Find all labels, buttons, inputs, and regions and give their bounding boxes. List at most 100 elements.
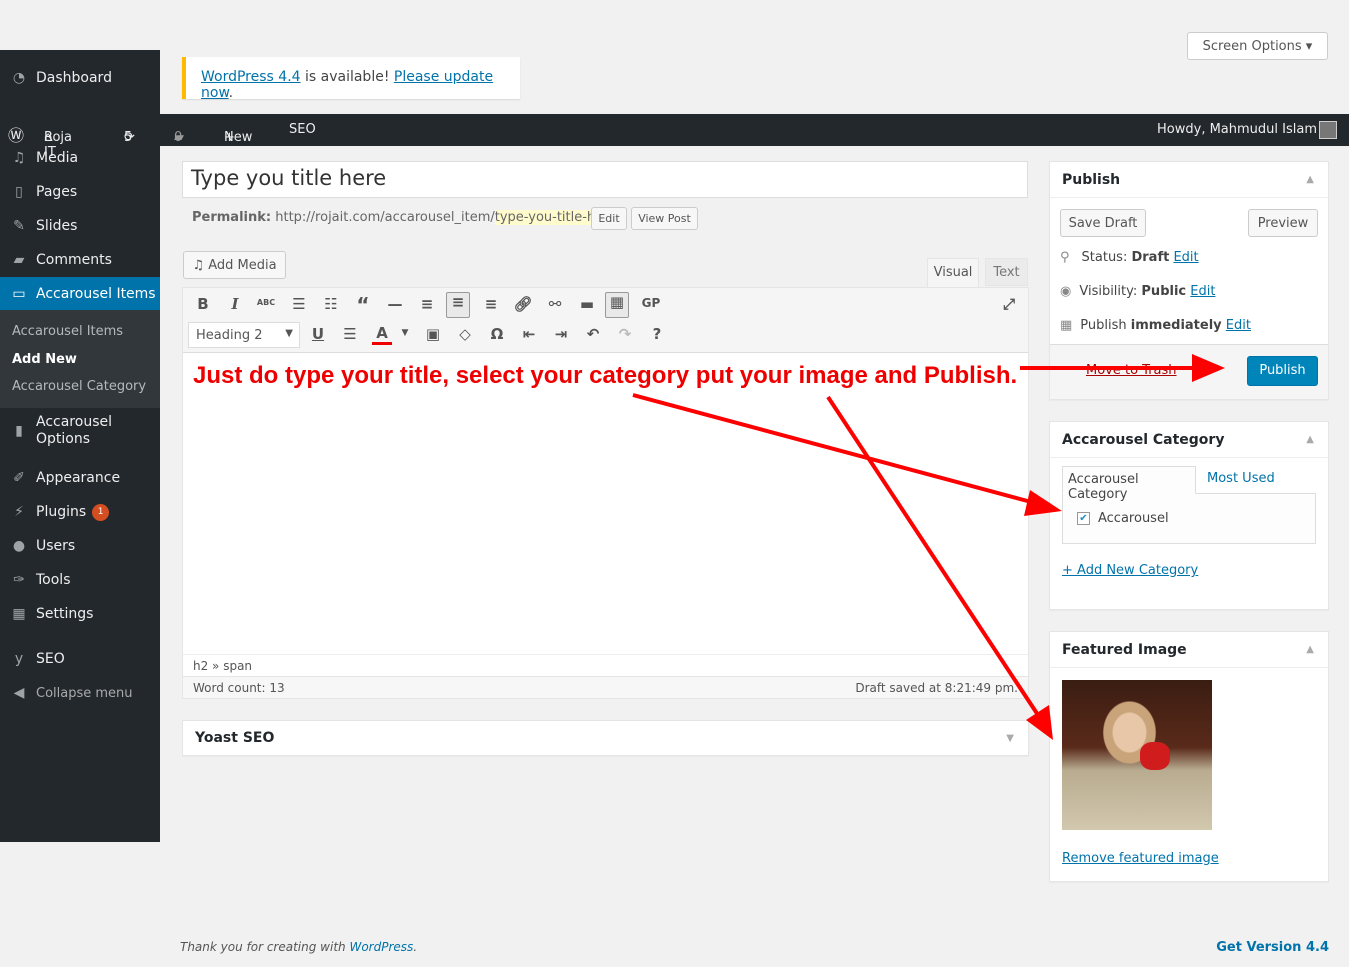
- view-post-button[interactable]: View Post: [631, 207, 698, 230]
- permalink-edit-button[interactable]: Edit: [591, 207, 627, 230]
- pin-icon: ⚲: [1060, 250, 1070, 265]
- align-left-icon[interactable]: ≡: [415, 295, 439, 313]
- sidebar-item-accarousel-options[interactable]: ▮ Accarousel Options: [0, 409, 160, 453]
- collapse-menu-button[interactable]: ◀ Collapse menu: [0, 676, 160, 710]
- brush-icon: ✐: [13, 470, 25, 486]
- sidebar-item-slides[interactable]: ✎ Slides: [0, 209, 160, 243]
- sidebar-item-accarousel-items[interactable]: ▭ Accarousel Items: [0, 277, 160, 311]
- sidebar-item-comments[interactable]: ▰ Comments: [0, 243, 160, 277]
- get-version-link[interactable]: Get Version 4.4: [1216, 940, 1329, 955]
- outdent-icon[interactable]: ⇤: [517, 325, 541, 343]
- sidebar-item-pages[interactable]: ▯ Pages: [0, 175, 160, 209]
- status-row: ⚲ Status: Draft Edit: [1060, 250, 1199, 265]
- toggle-icon[interactable]: ▼: [1006, 733, 1014, 744]
- collapse-icon[interactable]: ▲: [1306, 434, 1314, 445]
- align-center-icon[interactable]: ≡: [446, 292, 470, 318]
- paste-text-icon[interactable]: ▣: [421, 325, 445, 343]
- editor-toolbar: B I ABC ☰ ☷ “ — ≡ ≡ ≡ 🔗︎ ⚯ ▬ ▦ GP ⤢ Head…: [183, 288, 1028, 353]
- comment-icon: ▰: [13, 252, 25, 268]
- unlink-icon[interactable]: ⚯: [543, 295, 567, 313]
- help-icon[interactable]: ?: [645, 325, 669, 343]
- title-input[interactable]: Type you title here: [182, 161, 1028, 198]
- tab-visual[interactable]: Visual: [927, 258, 979, 288]
- edit-status-link[interactable]: Edit: [1173, 250, 1198, 265]
- undo-icon[interactable]: ↶: [581, 325, 605, 343]
- text-color-dropdown-icon[interactable]: ▼: [393, 328, 417, 338]
- screen-options-button[interactable]: Screen Options ▾: [1187, 32, 1328, 60]
- sidebar-item-tools[interactable]: ✑ Tools: [0, 563, 160, 597]
- tab-most-used[interactable]: Most Used: [1207, 471, 1275, 486]
- yoast-icon: y: [14, 651, 24, 667]
- publish-actions: Move to Trash Publish: [1050, 344, 1328, 399]
- bullet-list-icon[interactable]: ☰: [287, 295, 311, 313]
- sidebar-item-plugins[interactable]: ⚡ Plugins 1: [0, 495, 160, 529]
- yoast-seo-box[interactable]: Yoast SEO ▼: [182, 720, 1029, 756]
- clear-formatting-icon[interactable]: ◇: [453, 325, 477, 343]
- preview-button[interactable]: Preview: [1248, 209, 1318, 237]
- save-draft-button[interactable]: Save Draft: [1060, 209, 1146, 237]
- horizontal-line-icon[interactable]: —: [383, 295, 407, 313]
- seo-link[interactable]: SEO: [289, 122, 316, 137]
- edit-schedule-link[interactable]: Edit: [1226, 318, 1251, 333]
- featured-image[interactable]: [1062, 680, 1212, 830]
- options-icon: ▮: [15, 422, 23, 439]
- editor-content[interactable]: Just do type your title, select your cat…: [193, 362, 1017, 390]
- status-bar: Word count: 13 Draft saved at 8:21:49 pm.: [183, 676, 1028, 698]
- underline-icon[interactable]: U: [306, 325, 330, 343]
- remove-featured-image-link[interactable]: Remove featured image: [1062, 851, 1219, 866]
- gp-plugin-icon[interactable]: GP: [639, 296, 663, 310]
- sidebar-item-appearance[interactable]: ✐ Appearance: [0, 461, 160, 495]
- wordpress-logo-icon[interactable]: Ⓦ: [8, 122, 24, 146]
- submenu-accarousel-items[interactable]: Accarousel Items: [12, 324, 123, 339]
- sidebar-item-seo[interactable]: y SEO: [0, 642, 160, 676]
- sidebar-item-media[interactable]: ♫ Media: [0, 141, 160, 175]
- sidebar-item-settings[interactable]: ▦ Settings: [0, 597, 160, 631]
- publish-button[interactable]: Publish: [1247, 356, 1318, 386]
- wrench-icon: ✑: [13, 572, 25, 588]
- read-more-icon[interactable]: ▬: [575, 295, 599, 313]
- avatar[interactable]: [1319, 121, 1337, 139]
- bold-icon[interactable]: B: [191, 295, 215, 313]
- red-scarf: [1140, 742, 1170, 770]
- justify-icon[interactable]: ☰: [338, 325, 362, 343]
- publish-box: Publish ▲ Save Draft Preview ⚲ Status: Dra…: [1049, 161, 1329, 400]
- collapse-icon: ◀: [13, 685, 25, 701]
- chevron-down-icon: ▼: [285, 328, 293, 339]
- accarousel-submenu: Accarousel Items Add New Accarousel Cate…: [0, 310, 160, 408]
- strikethrough-icon[interactable]: ABC: [254, 298, 278, 307]
- format-select[interactable]: Heading 2 ▼: [188, 322, 300, 348]
- add-media-button[interactable]: ♫ Add Media: [183, 251, 286, 279]
- text-color-icon[interactable]: A: [372, 324, 392, 345]
- redo-icon[interactable]: ↷: [613, 325, 637, 343]
- collapse-icon[interactable]: ▲: [1306, 644, 1314, 655]
- eye-icon: ◉: [1060, 284, 1072, 299]
- wp-version-link[interactable]: WordPress 4.4: [201, 69, 301, 85]
- admin-bar: Ⓦ ⌂ Roja IT ⟳ 5 ▰ 0 + New SEO Howdy, Mah…: [0, 114, 1349, 160]
- italic-icon[interactable]: I: [223, 295, 247, 313]
- category-checkbox[interactable]: ✔: [1077, 512, 1090, 525]
- align-right-icon[interactable]: ≡: [479, 295, 503, 313]
- move-to-trash-link[interactable]: Move to Trash: [1086, 363, 1177, 378]
- indent-icon[interactable]: ⇥: [549, 325, 573, 343]
- fullscreen-icon[interactable]: ⤢: [997, 295, 1021, 313]
- edit-visibility-link[interactable]: Edit: [1190, 284, 1215, 299]
- settings-icon: ▦: [12, 606, 26, 622]
- special-character-icon[interactable]: Ω: [485, 325, 509, 343]
- schedule-row: ▦ Publish immediately Edit: [1060, 318, 1251, 333]
- tab-text[interactable]: Text: [985, 258, 1028, 286]
- blockquote-icon[interactable]: “: [351, 293, 375, 317]
- sidebar-item-dashboard[interactable]: ◔ Dashboard: [0, 61, 160, 95]
- collapse-icon[interactable]: ▲: [1306, 174, 1314, 185]
- tab-all-categories[interactable]: Accarousel Category: [1062, 466, 1196, 502]
- wordpress-link[interactable]: WordPress: [349, 940, 413, 954]
- numbered-list-icon[interactable]: ☷: [319, 295, 343, 313]
- toolbar-toggle-icon[interactable]: ▦: [605, 292, 629, 318]
- plugin-icon: ⚡: [14, 504, 24, 520]
- sidebar-item-users[interactable]: ● Users: [0, 529, 160, 563]
- link-icon[interactable]: 🔗︎: [511, 295, 535, 313]
- editor: B I ABC ☰ ☷ “ — ≡ ≡ ≡ 🔗︎ ⚯ ▬ ▦ GP ⤢ Head…: [182, 287, 1029, 699]
- submenu-accarousel-category[interactable]: Accarousel Category: [12, 379, 146, 394]
- submenu-add-new[interactable]: Add New: [12, 352, 77, 367]
- howdy-link[interactable]: Howdy, Mahmudul Islam: [1157, 122, 1317, 137]
- add-new-category-link[interactable]: + Add New Category: [1062, 563, 1198, 578]
